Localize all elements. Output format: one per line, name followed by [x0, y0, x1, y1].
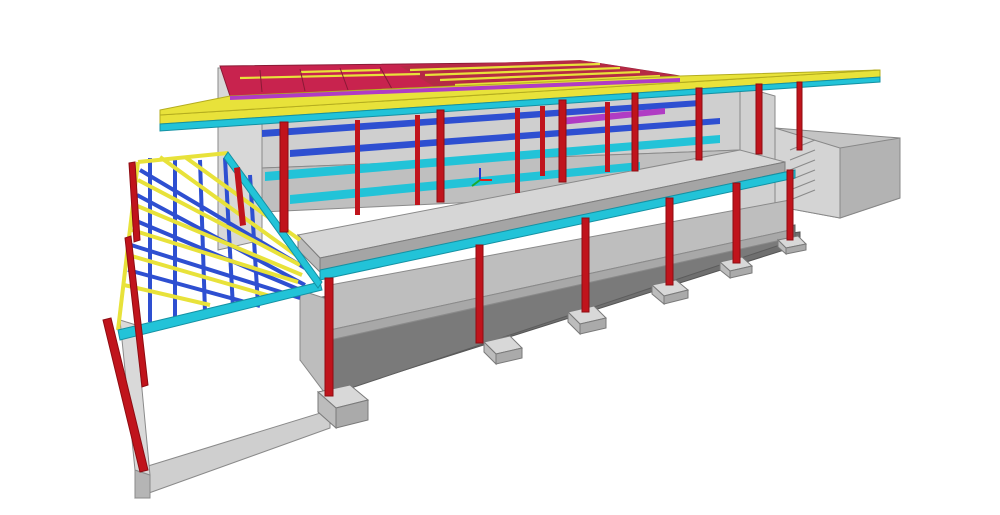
column	[605, 102, 610, 172]
column	[540, 106, 545, 176]
column	[415, 115, 420, 205]
column	[665, 197, 674, 286]
column	[755, 83, 763, 155]
column	[475, 244, 484, 344]
column	[279, 121, 289, 233]
column	[732, 182, 741, 264]
column	[436, 109, 445, 203]
column	[695, 87, 703, 161]
column	[631, 92, 639, 172]
column	[786, 169, 794, 241]
column	[324, 277, 334, 397]
column	[558, 99, 567, 183]
model-viewport[interactable]	[0, 0, 1000, 515]
column	[355, 120, 360, 215]
column	[515, 108, 520, 193]
footing	[483, 335, 523, 366]
column	[581, 217, 590, 313]
structural-model-3d	[102, 60, 901, 499]
column	[796, 81, 803, 151]
left-plinth-wall	[119, 319, 331, 499]
